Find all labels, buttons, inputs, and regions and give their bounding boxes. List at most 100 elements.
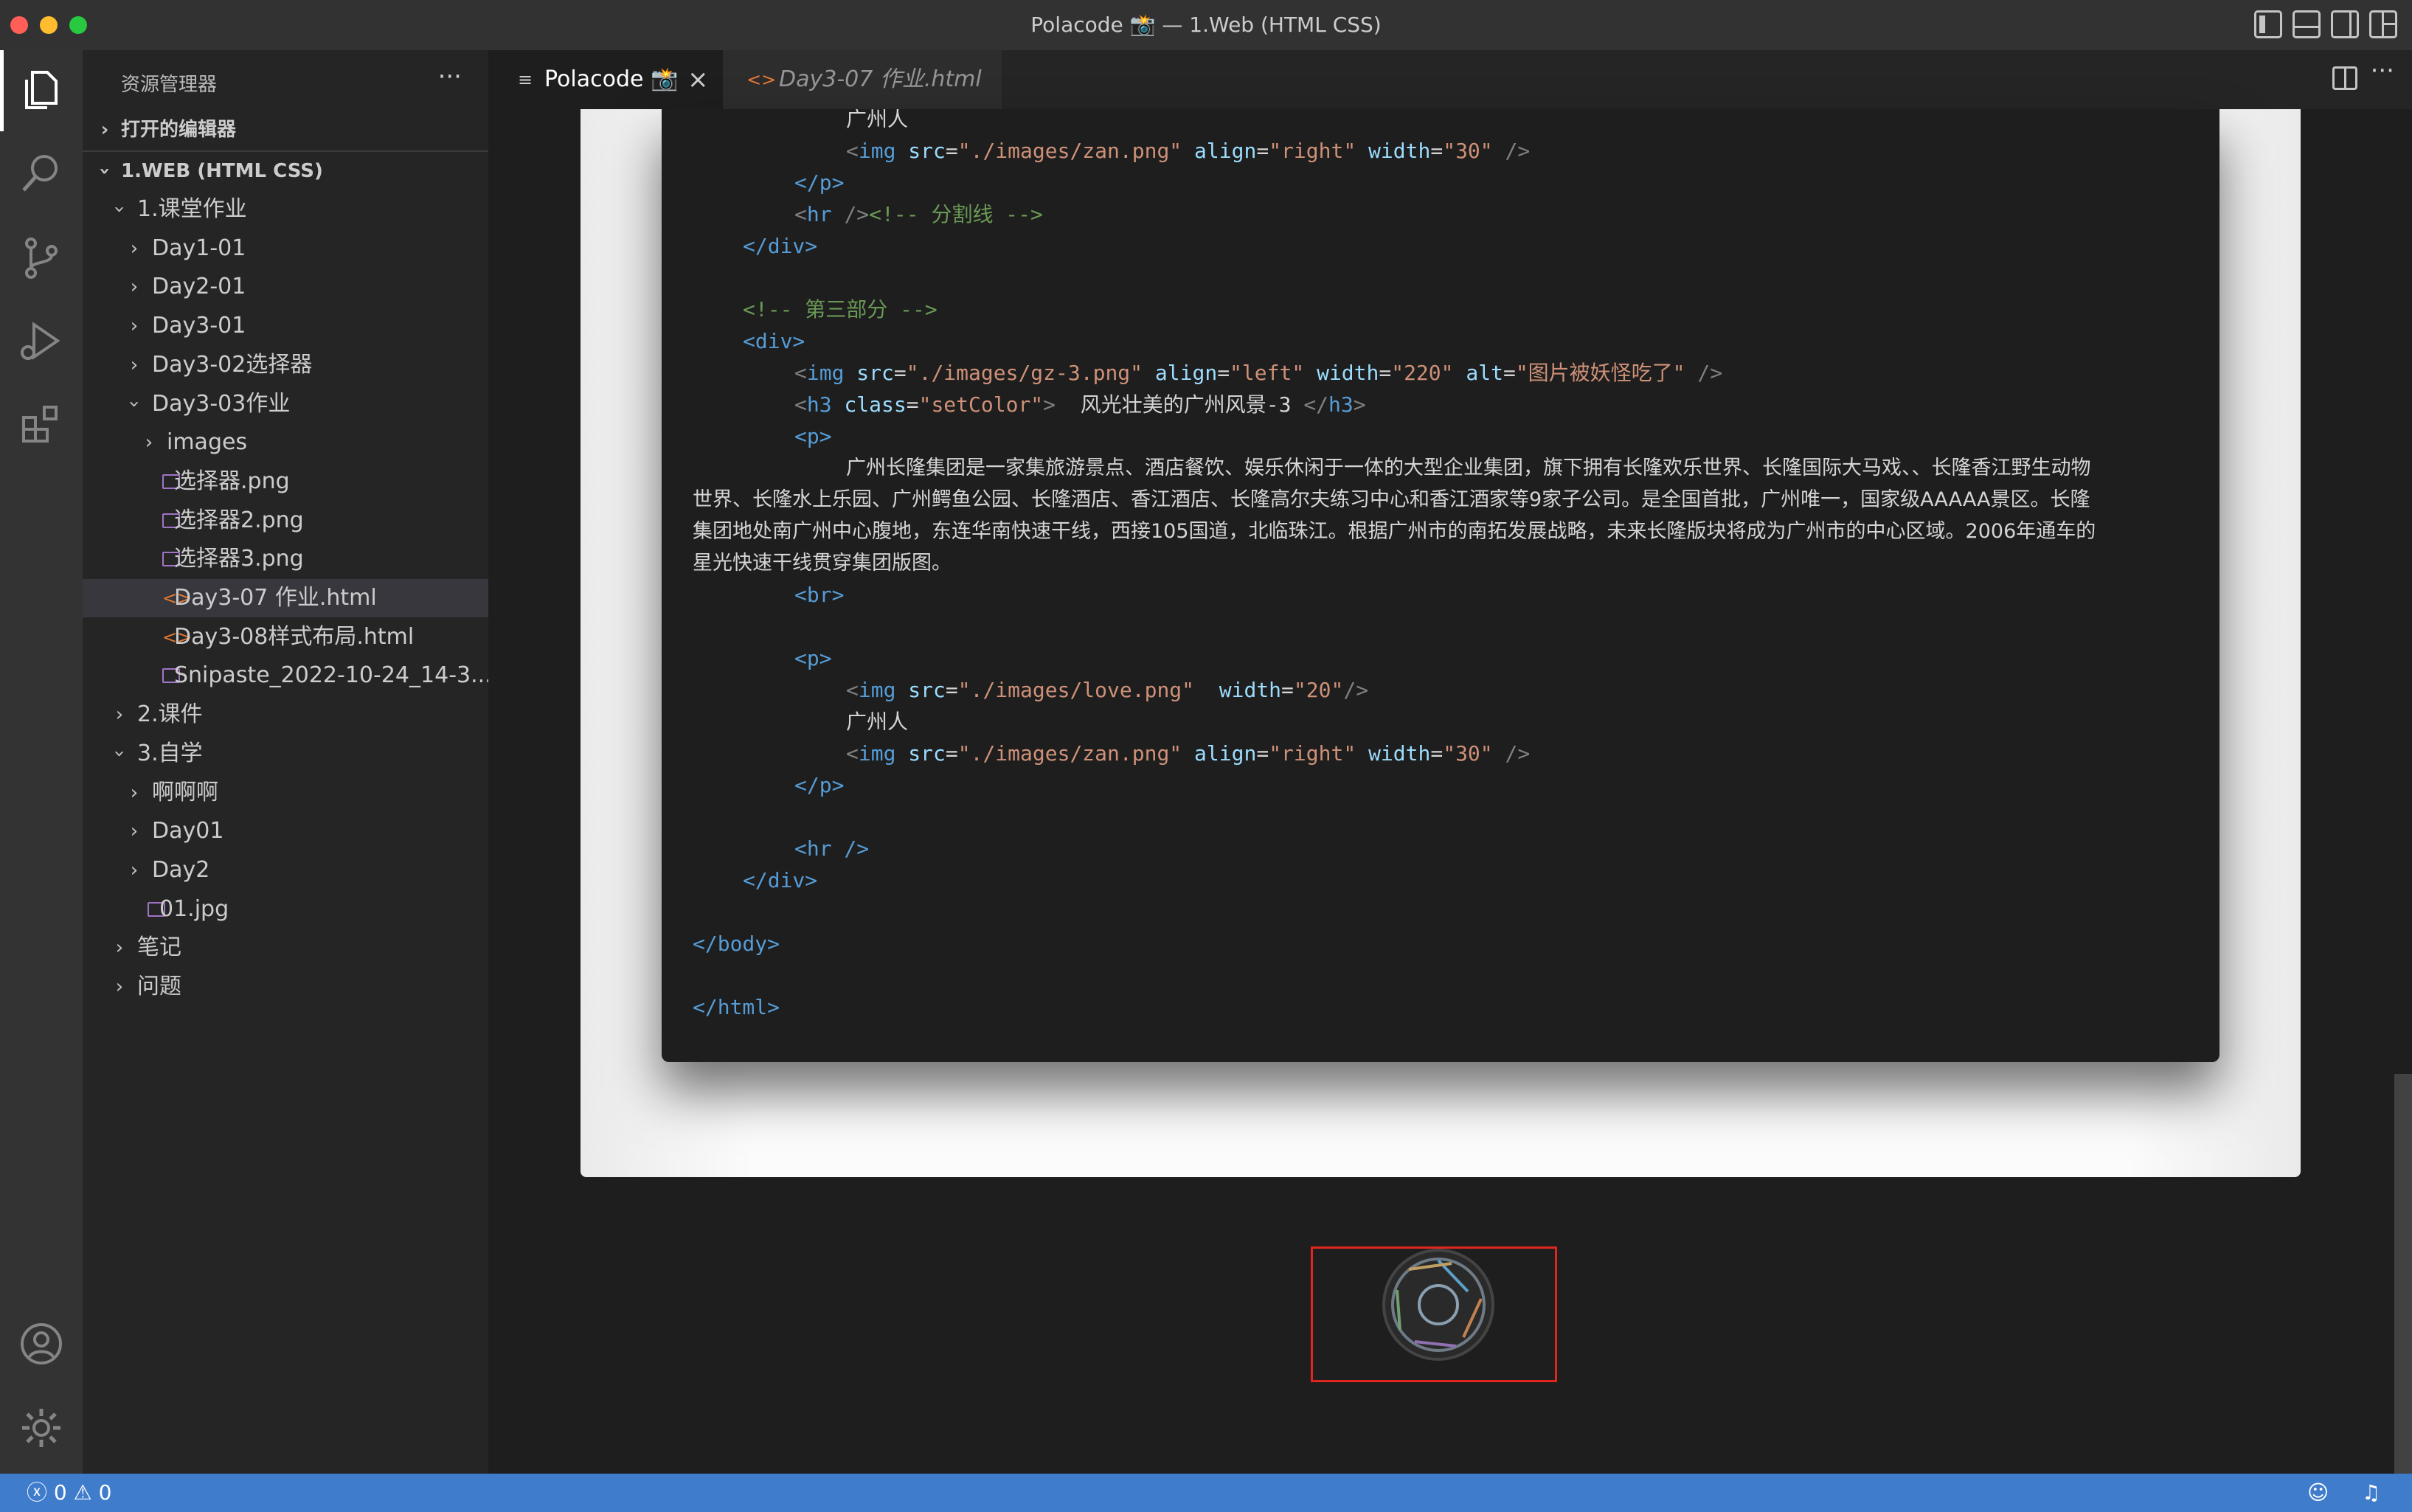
code-line: <p>	[794, 424, 832, 448]
folder-item[interactable]: › 啊啊啊	[83, 774, 488, 812]
code-line: <hr />	[794, 836, 870, 861]
tree-item-label: 笔记	[137, 934, 181, 961]
tree-item-label: Day3-01	[152, 313, 246, 339]
title-bar: Polacode 📸 — 1.Web (HTML CSS)	[0, 0, 2412, 51]
folder-item[interactable]: › 笔记	[83, 929, 488, 967]
file-item[interactable]: Snipaste_2022-10-24_14-3...	[83, 656, 488, 695]
tree-item-label: 3.自学	[137, 740, 203, 766]
code-line: </p>	[794, 170, 845, 195]
tree-item-label: 选择器2.png	[174, 507, 304, 533]
customize-layout-icon[interactable]	[2369, 10, 2397, 38]
code-line: </p>	[794, 773, 845, 797]
code-line: 广州人	[846, 710, 909, 734]
tree-item-label: 选择器3.png	[174, 546, 304, 572]
vertical-scrollbar[interactable]	[2394, 1074, 2412, 1474]
folder-item[interactable]: › Day01	[83, 812, 488, 850]
code-line: <img src="./images/zan.png" align="right…	[846, 741, 1531, 766]
folder-item[interactable]: › 1.课堂作业	[83, 190, 488, 229]
tree-item-label: images	[167, 429, 248, 456]
code-paragraph-line: 星光快速干线贯穿集团版图。	[693, 552, 952, 575]
folder-item[interactable]: › 3.自学	[83, 735, 488, 773]
code-line: <!-- 第三部分 -->	[743, 297, 938, 322]
chevron-right-icon: ›	[130, 237, 139, 260]
chevron-right-icon: ›	[130, 820, 139, 843]
chevron-down-icon: ›	[108, 205, 131, 214]
warning-icon: ⚠	[73, 1480, 92, 1505]
chevron-down-icon: ›	[108, 749, 131, 757]
file-item[interactable]: <> Day3-07 作业.html	[83, 579, 488, 617]
code-line: <img src="./images/gz-3.png" align="left…	[794, 361, 1723, 385]
tree-item-label: Day3-02选择器	[152, 351, 313, 378]
tree-item-label: 01.jpg	[159, 895, 229, 922]
accounts-icon[interactable]	[18, 1320, 65, 1367]
code-snippet: 广州人 <img src="./images/zan.png" align="r…	[662, 109, 2219, 1062]
preview-icon: ≡	[518, 69, 533, 90]
folder-item[interactable]: › images	[83, 423, 488, 462]
tree-item-label: Day3-08样式布局.html	[174, 623, 415, 650]
settings-gear-icon[interactable]	[18, 1404, 65, 1452]
folder-item[interactable]: › Day3-01	[83, 307, 488, 345]
source-control-icon[interactable]	[18, 235, 65, 282]
folder-item[interactable]: › Day1-01	[83, 229, 488, 268]
close-icon[interactable]: ×	[687, 50, 709, 109]
chevron-right-icon: ›	[100, 119, 109, 141]
folder-item[interactable]: › Day3-03作业	[83, 385, 488, 423]
toggle-secondary-sidebar-icon[interactable]	[2331, 10, 2359, 38]
errors-indicator[interactable]: ⓧ 0 ⚠ 0	[27, 1474, 112, 1512]
file-item[interactable]: 选择器.png	[83, 462, 488, 501]
code-paragraph-line: 广州长隆集团是一家集旅游景点、酒店餐饮、娱乐休闲于一体的大型企业集团，旗下拥有长…	[846, 457, 2091, 479]
folder-item[interactable]: › 2.课件	[83, 696, 488, 734]
active-indicator	[0, 50, 4, 131]
chevron-right-icon: ›	[130, 353, 139, 376]
tab-polacode[interactable]: ≡ Polacode 📸 ×	[488, 50, 723, 109]
file-item[interactable]: 选择器3.png	[83, 540, 488, 578]
chevron-right-icon: ›	[130, 315, 139, 338]
chevron-right-icon: ›	[130, 859, 139, 881]
tree-item-label: 2.课件	[137, 701, 203, 728]
tree-item-label: 啊啊啊	[152, 779, 218, 805]
code-line: </html>	[693, 995, 780, 1019]
feedback-icon[interactable]: ☺	[2307, 1474, 2329, 1512]
chevron-right-icon: ›	[115, 937, 124, 960]
file-item[interactable]: 01.jpg	[83, 890, 488, 929]
extensions-icon[interactable]	[18, 401, 65, 448]
warning-count: 0	[98, 1480, 112, 1505]
explorer-icon[interactable]	[18, 66, 65, 114]
code-line: </body>	[693, 932, 780, 956]
chevron-right-icon: ›	[130, 781, 139, 804]
notifications-bell-icon[interactable]: ♫	[2362, 1474, 2380, 1512]
editor-tabs: ≡ Polacode 📸 × <> Day3-07 作业.html ···	[488, 50, 2412, 109]
chevron-down-icon: ›	[94, 167, 116, 176]
code-line: <div>	[743, 329, 805, 353]
toggle-sidebar-icon[interactable]	[2254, 10, 2282, 38]
code-paragraph-line: 世界、长隆水上乐园、广州鳄鱼公园、长隆酒店、香江酒店、长隆高尔夫练习中心和香江酒…	[693, 488, 2090, 511]
folder-item[interactable]: › Day2-01	[83, 268, 488, 306]
code-line: <br>	[794, 583, 845, 607]
code-line: <hr /><!-- 分割线 -->	[794, 202, 1043, 226]
code-line: <p>	[794, 646, 832, 670]
editor-more-icon[interactable]: ···	[2371, 56, 2394, 86]
html-icon: <>	[746, 69, 777, 90]
explorer-sidebar: 资源管理器 ··· › 打开的编辑器 › 1.WEB (HTML CSS) › 1…	[83, 50, 488, 1474]
tree-item-label: 问题	[137, 974, 181, 999]
window-title: Polacode 📸 — 1.Web (HTML CSS)	[1030, 13, 1382, 37]
folder-item[interactable]: › 问题	[83, 968, 488, 1006]
folder-item[interactable]: › Day3-02选择器	[83, 346, 488, 384]
search-icon[interactable]	[18, 149, 65, 196]
shutter-button[interactable]	[1311, 1246, 1557, 1382]
more-actions-icon[interactable]: ···	[438, 62, 462, 91]
explorer-header: 资源管理器 ···	[83, 50, 488, 111]
tree-item-label: Day1-01	[152, 235, 246, 261]
code-line: <h3 class="setColor"> 风光壮美的广州风景-3 </h3>	[794, 392, 1366, 417]
toggle-panel-icon[interactable]	[2293, 10, 2321, 38]
file-item[interactable]: <> Day3-08样式布局.html	[83, 618, 488, 656]
folder-item[interactable]: › Day2	[83, 851, 488, 889]
run-debug-icon[interactable]	[18, 317, 65, 364]
split-editor-icon[interactable]	[2332, 66, 2357, 90]
tab-label: Polacode 📸	[544, 66, 679, 92]
file-item[interactable]: 选择器2.png	[83, 502, 488, 540]
code-line: <img src="./images/love.png" width="20"/…	[846, 678, 1369, 702]
workspace-section[interactable]: › 1.WEB (HTML CSS)	[83, 152, 488, 190]
tab-day3-07[interactable]: <> Day3-07 作业.html	[723, 50, 1002, 109]
open-editors-section[interactable]: › 打开的编辑器	[83, 111, 488, 149]
